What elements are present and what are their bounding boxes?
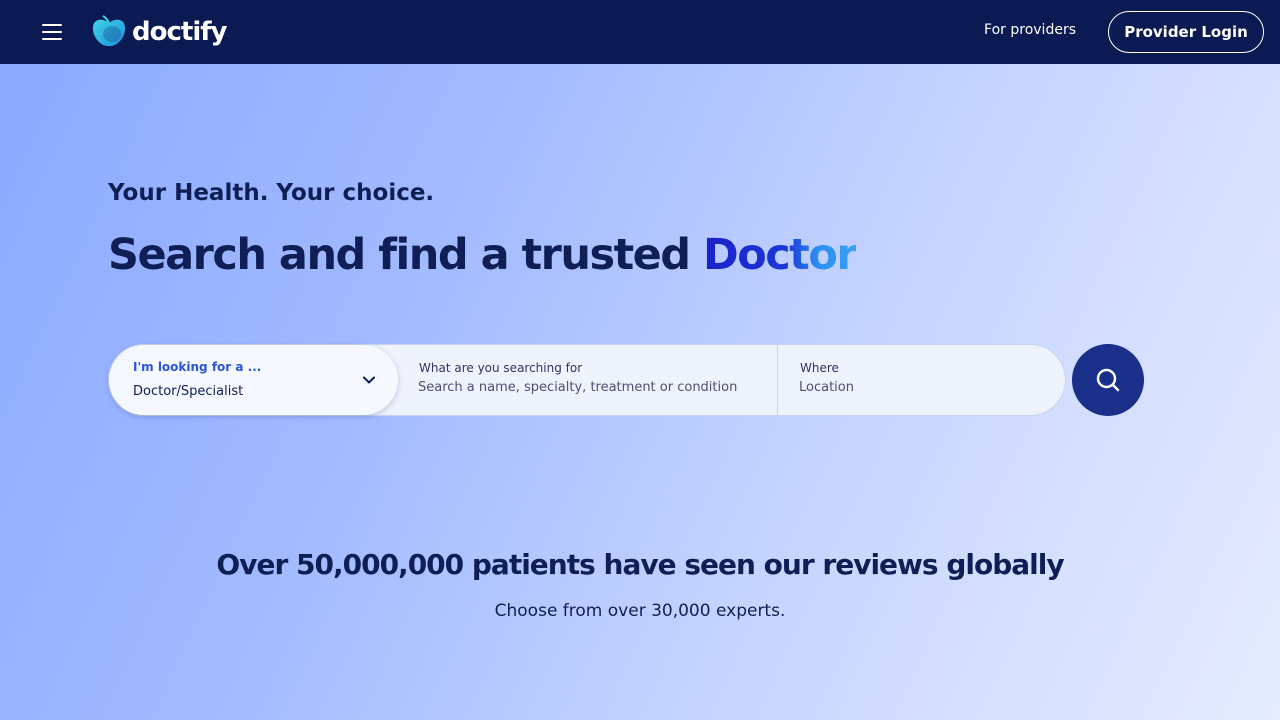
provider-type-dropdown[interactable]: I'm looking for a ... Doctor/Specialist xyxy=(109,345,398,415)
hamburger-menu-icon[interactable] xyxy=(40,22,64,42)
chevron-down-icon xyxy=(363,376,375,384)
what-field-label: What are you searching for xyxy=(419,361,583,375)
headline-accent-word: Doctor xyxy=(703,230,858,280)
stats-headline: Over 50,000,000 patients have seen our r… xyxy=(216,548,1064,581)
headline-prefix: Search and find a trusted xyxy=(108,230,704,280)
location-input[interactable] xyxy=(799,380,1059,395)
doctify-logo[interactable]: doctify xyxy=(90,14,227,50)
top-navigation-bar: doctify For providers Provider Login xyxy=(0,0,1280,64)
provider-login-button[interactable]: Provider Login xyxy=(1108,11,1264,53)
search-button[interactable] xyxy=(1072,344,1144,416)
what-search-input[interactable] xyxy=(418,380,776,395)
apple-heart-logo-icon xyxy=(92,15,126,47)
hero-tagline: Your Health. Your choice. xyxy=(108,180,435,206)
provider-type-value: Doctor/Specialist xyxy=(133,384,244,399)
hero-headline: Search and find a trusted Doctor xyxy=(108,230,858,280)
brand-name: doctify xyxy=(132,17,227,47)
where-field-label: Where xyxy=(800,361,839,375)
search-divider xyxy=(777,345,778,415)
where-search-field[interactable]: Where xyxy=(799,345,1060,415)
for-providers-link[interactable]: For providers xyxy=(984,22,1076,38)
provider-type-label: I'm looking for a ... xyxy=(133,360,262,374)
stats-subtitle: Choose from over 30,000 experts. xyxy=(494,601,786,621)
search-bar: I'm looking for a ... Doctor/Specialist … xyxy=(108,344,1066,416)
search-icon xyxy=(1096,368,1120,392)
what-search-field[interactable]: What are you searching for xyxy=(418,345,777,415)
